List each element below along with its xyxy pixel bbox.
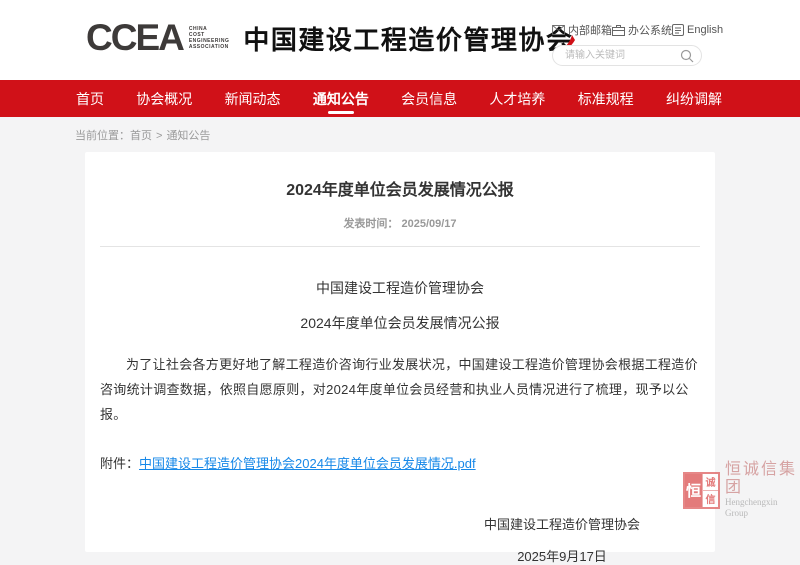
breadcrumb-prefix: 当前位置： xyxy=(75,130,130,142)
english-label: English xyxy=(687,24,723,36)
article-title: 2024年度单位会员发展情况公报 xyxy=(100,176,700,200)
breadcrumb: 当前位置：首页 > 通知公告 xyxy=(0,117,800,143)
header-tools: 内部邮箱 办公系统 English xyxy=(552,22,702,66)
mail-icon xyxy=(552,25,565,35)
briefcase-icon xyxy=(612,25,625,36)
search-icon xyxy=(680,49,694,63)
org-name: 中国建设工程造价管理协会 xyxy=(243,20,573,57)
site-header: CCEA CHINA COST ENGINEERING ASSOCIATION … xyxy=(0,0,800,80)
search-button[interactable] xyxy=(680,49,694,63)
nav-item-news[interactable]: 新闻动态 xyxy=(223,80,283,117)
attachment-pdf-link[interactable]: 中国建设工程造价管理协会2024年度单位会员发展情况.pdf xyxy=(139,456,476,471)
watermark-name-en: Hengchengxin Group xyxy=(725,497,800,519)
attachment-label: 附件： xyxy=(100,456,139,471)
logo-acronym: CCEA xyxy=(86,16,183,60)
internal-mail-link[interactable]: 内部邮箱 xyxy=(552,22,612,38)
main-nav: 首页 协会概况 新闻动态 通知公告 会员信息 人才培养 标准规程 纠纷调解 xyxy=(0,80,800,117)
office-system-link[interactable]: 办公系统 xyxy=(612,22,672,38)
nav-item-standards[interactable]: 标准规程 xyxy=(576,80,636,117)
watermark-name-cn: 恒诚信集团 xyxy=(725,461,800,497)
logo-subtext: CHINA COST ENGINEERING ASSOCIATION xyxy=(189,26,230,50)
nav-item-notices[interactable]: 通知公告 xyxy=(311,80,371,117)
article-paragraph: 为了让社会各方更好地了解工程造价咨询行业发展状况，中国建设工程造价管理协会根据工… xyxy=(100,352,700,427)
english-link[interactable]: English xyxy=(672,24,723,36)
article-card: 2024年度单位会员发展情况公报 发表时间： 2025/09/17 中国建设工程… xyxy=(85,152,715,552)
breadcrumb-home-link[interactable]: 首页 xyxy=(130,130,152,142)
globe-icon xyxy=(672,24,684,36)
breadcrumb-separator: > xyxy=(156,130,162,142)
nav-item-members[interactable]: 会员信息 xyxy=(399,80,459,117)
nav-item-training[interactable]: 人才培养 xyxy=(487,80,547,117)
nav-item-home[interactable]: 首页 xyxy=(74,80,106,117)
breadcrumb-current-link[interactable]: 通知公告 xyxy=(166,130,210,142)
document-title-heading: 2024年度单位会员发展情况公报 xyxy=(100,313,700,333)
office-system-label: 办公系统 xyxy=(628,22,672,38)
signature-org: 中国建设工程造价管理协会 xyxy=(442,514,682,533)
search-box xyxy=(552,45,702,66)
title-divider xyxy=(100,246,700,247)
quick-links: 内部邮箱 办公系统 English xyxy=(552,22,702,38)
signature-date: 2025年9月17日 xyxy=(442,546,682,565)
publish-date: 发表时间： 2025/09/17 xyxy=(100,215,700,231)
internal-mail-label: 内部邮箱 xyxy=(568,22,612,38)
site-logo[interactable]: CCEA CHINA COST ENGINEERING ASSOCIATION … xyxy=(86,16,573,60)
attachment-line: 附件：中国建设工程造价管理协会2024年度单位会员发展情况.pdf xyxy=(100,453,700,472)
nav-item-about[interactable]: 协会概况 xyxy=(134,80,194,117)
search-input[interactable] xyxy=(563,47,678,64)
signature-block: 中国建设工程造价管理协会 2025年9月17日 xyxy=(442,514,682,565)
document-org-heading: 中国建设工程造价管理协会 xyxy=(100,278,700,298)
watermark-text: 恒诚信集团 Hengchengxin Group xyxy=(725,461,800,519)
logo-subtext-line: ASSOCIATION xyxy=(189,44,230,50)
nav-item-mediation[interactable]: 纠纷调解 xyxy=(664,80,724,117)
